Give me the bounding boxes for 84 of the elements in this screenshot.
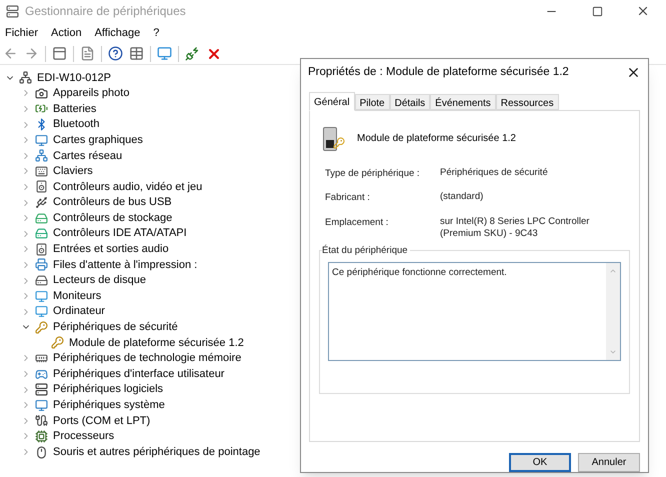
tree-item[interactable]: Appareils photo [53, 85, 130, 102]
window-title: Gestionnaire de périphériques [25, 3, 186, 20]
menu-item[interactable]: ? [153, 24, 160, 42]
tree-item[interactable]: EDI-W10-012P [37, 70, 111, 86]
property-label: Type de périphérique : [325, 167, 421, 181]
tab[interactable]: Ressources [496, 94, 559, 110]
tree-item[interactable]: Contrôleurs de bus USB [53, 194, 172, 211]
cancel-button[interactable]: Annuler [578, 453, 640, 472]
tree-item[interactable]: Souris et autres périphériques de pointage [53, 444, 260, 460]
property-value: sur Intel(R) 8 Series LPC Controller (Premium SKU) - 9C43 [440, 216, 590, 240]
keyboard-icon [35, 164, 48, 178]
dialog-title: Propriétés de : Module de plateforme sécurisée 1.2 [308, 64, 569, 80]
monitor-icon [35, 398, 48, 412]
tree-item[interactable]: Contrôleurs audio, vidéo et jeu [53, 178, 202, 196]
tree-item[interactable]: Processeurs [53, 428, 114, 445]
tab[interactable]: Événements [430, 94, 496, 110]
security-key-icon [323, 125, 345, 151]
tree-item[interactable]: Ordinateur [53, 303, 105, 320]
tree-item[interactable]: Cartes graphiques [53, 132, 143, 148]
monitor-icon [35, 290, 48, 303]
computer-icon [19, 71, 32, 84]
tree-item[interactable]: Entrées et sorties audio [53, 241, 169, 258]
memory-icon [35, 352, 48, 365]
window-icon[interactable] [52, 46, 67, 61]
tree-item[interactable]: Périphériques logiciels [53, 381, 164, 398]
gamepad-icon [35, 368, 48, 381]
tree-item[interactable]: Cartes réseau [53, 148, 122, 164]
plug-icon [35, 414, 48, 428]
drive-icon [35, 212, 48, 225]
maximize-icon[interactable] [592, 6, 602, 16]
tree-item[interactable]: Périphériques de technologie mémoire [53, 350, 242, 367]
drive-icon [35, 227, 48, 240]
ok-button[interactable]: OK [509, 453, 571, 472]
menu-item[interactable]: Affichage [94, 24, 140, 42]
key-icon [51, 336, 64, 350]
group-title: État du périphérique [322, 244, 410, 258]
monitor-icon [35, 134, 48, 147]
tree-item[interactable]: Périphériques système [53, 397, 165, 414]
tree-item[interactable]: Bluetooth [53, 116, 100, 133]
tree-item[interactable]: Contrôleurs de stockage [53, 210, 172, 226]
tree-item[interactable]: Lecteurs de disque [53, 272, 146, 289]
property-label: Emplacement : [325, 216, 390, 230]
menu-item[interactable]: Action [51, 24, 82, 42]
forward-icon[interactable] [24, 46, 39, 61]
speaker-icon [35, 242, 48, 256]
monitor-icon [35, 305, 48, 318]
tree-item[interactable]: Contrôleurs IDE ATA/ATAPI [53, 225, 187, 242]
tree-item[interactable]: Périphériques d'interface utilisateur [53, 366, 224, 382]
usb-icon [35, 196, 48, 210]
tab[interactable]: Pilote [354, 94, 390, 110]
table-icon[interactable] [129, 46, 144, 61]
battery-icon [35, 102, 48, 116]
property-value: (standard) [440, 191, 484, 204]
key-icon [35, 320, 48, 334]
help-icon[interactable] [108, 46, 123, 61]
tree-item[interactable]: Moniteurs [53, 288, 102, 304]
monitor-icon[interactable] [157, 46, 172, 61]
mouse-icon [35, 446, 48, 459]
close-icon[interactable] [636, 4, 650, 18]
menu-item[interactable]: Fichier [5, 24, 38, 42]
property-label: Fabricant : [325, 191, 371, 206]
app-icon [6, 4, 19, 18]
bluetooth-icon [35, 118, 48, 132]
device-name: Module de plateforme sécurisée 1.2 [357, 132, 516, 146]
back-icon[interactable] [3, 46, 18, 61]
property-value: Périphériques de sécurité [440, 167, 549, 180]
tree-item[interactable]: Périphériques de sécurité [53, 319, 178, 336]
document-icon[interactable] [80, 46, 95, 61]
network-icon [35, 149, 48, 162]
status-text-field[interactable]: Ce périphérique fonctionne correctement. [328, 262, 621, 360]
tree-item[interactable]: Claviers [53, 163, 93, 180]
server-icon [35, 383, 48, 396]
printer-icon [35, 258, 48, 272]
tree-item[interactable]: Files d'attente à l'impression : [53, 256, 198, 274]
chip-icon [35, 430, 48, 443]
plug-icon[interactable] [185, 46, 200, 61]
tab[interactable]: Détails [390, 94, 430, 110]
drive-icon [35, 274, 48, 288]
camera-icon [35, 86, 48, 100]
tree-item[interactable]: Batteries [53, 100, 96, 118]
tree-item[interactable]: Ports (COM et LPT) [53, 412, 150, 430]
tree-item[interactable]: Module de plateforme sécurisée 1.2 [69, 334, 244, 352]
speaker-icon [35, 180, 48, 194]
tab[interactable]: Général [309, 92, 355, 111]
